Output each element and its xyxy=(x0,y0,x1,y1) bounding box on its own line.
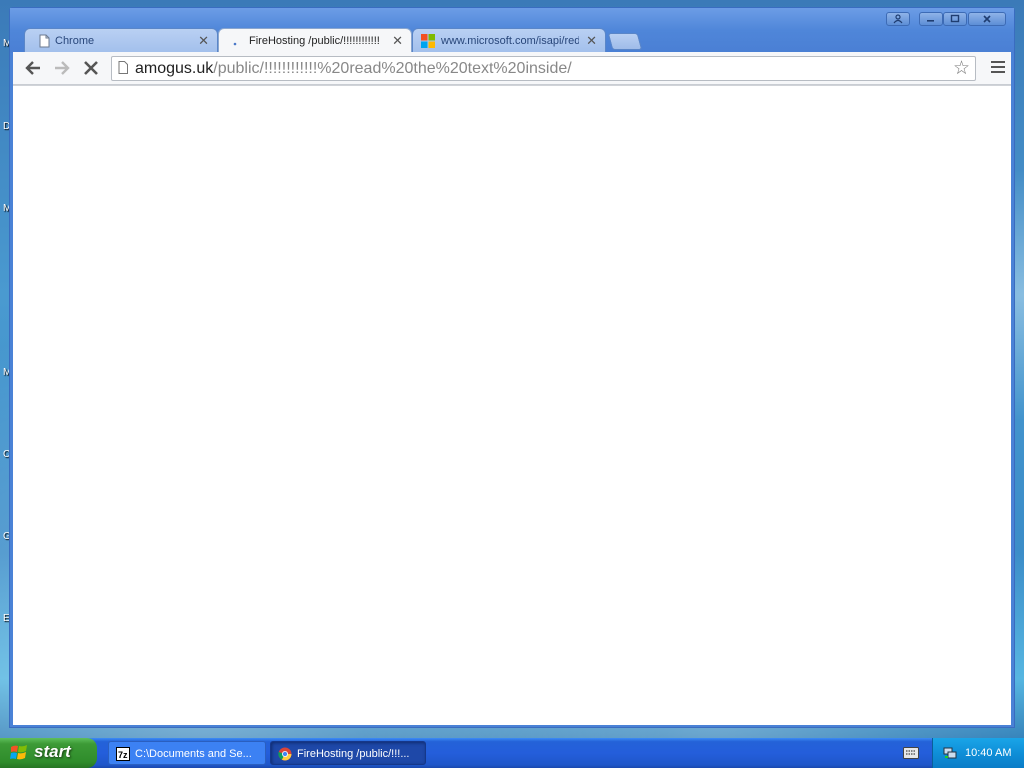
bookmark-star-icon[interactable]: ☆ xyxy=(953,58,970,80)
page-icon xyxy=(118,61,128,74)
close-button[interactable] xyxy=(968,12,1006,26)
back-arrow-icon xyxy=(25,61,40,75)
close-tab-icon[interactable]: ✕ xyxy=(586,29,597,52)
close-tab-icon[interactable]: ✕ xyxy=(198,29,209,52)
start-label: start xyxy=(34,742,71,761)
stop-icon xyxy=(84,61,98,75)
taskbar-item-label: FireHosting /public/!!!... xyxy=(297,748,410,760)
forward-button[interactable] xyxy=(51,57,73,79)
minimize-button[interactable] xyxy=(919,12,943,26)
forward-arrow-icon xyxy=(55,61,70,75)
maximize-button[interactable] xyxy=(943,12,967,26)
new-tab-button[interactable] xyxy=(607,33,643,50)
chrome-icon xyxy=(278,747,292,761)
7zip-icon: 7z xyxy=(116,747,130,761)
maximize-icon xyxy=(950,14,960,23)
close-tab-icon[interactable]: ✕ xyxy=(392,29,403,52)
network-icon[interactable] xyxy=(943,746,957,760)
tab-chrome[interactable]: Chrome ✕ xyxy=(24,28,218,52)
page-content[interactable] xyxy=(13,85,1011,725)
loading-icon xyxy=(233,42,237,46)
start-button[interactable]: start xyxy=(0,738,97,768)
taskbar-item-label: C:\Documents and Se... xyxy=(135,748,252,760)
microsoft-icon xyxy=(421,34,435,48)
keyboard-icon[interactable] xyxy=(903,747,919,759)
tab-microsoft[interactable]: www.microsoft.com/isapi/red ✕ xyxy=(412,28,606,52)
tab-label: FireHosting /public/!!!!!!!!!!!! xyxy=(249,35,380,47)
browser-window: Chrome ✕ FireHosting /public/!!!!!!!!!!!… xyxy=(9,7,1015,728)
stop-button[interactable] xyxy=(80,57,102,79)
svg-text:7z: 7z xyxy=(118,750,128,760)
title-bar[interactable]: Chrome ✕ FireHosting /public/!!!!!!!!!!!… xyxy=(10,8,1014,53)
tab-label: Chrome xyxy=(55,35,95,47)
system-tray: 10:40 AM xyxy=(932,738,1024,768)
url-host: amogus.uk xyxy=(135,60,214,77)
taskbar-item-chrome[interactable]: FireHosting /public/!!!... xyxy=(270,741,426,765)
clock[interactable]: 10:40 AM xyxy=(965,738,1011,768)
taskbar-item-explorer[interactable]: 7z C:\Documents and Se... xyxy=(108,741,266,765)
tab-firehosting[interactable]: FireHosting /public/!!!!!!!!!!!! ✕ xyxy=(218,28,412,52)
minimize-icon xyxy=(927,20,934,22)
url-path: /public/!!!!!!!!!!!!%20read%20the%20text… xyxy=(213,60,572,77)
tab-label: www.microsoft.com/isapi/red xyxy=(441,35,579,47)
page-icon xyxy=(39,34,50,48)
windows-logo-icon xyxy=(10,745,27,760)
taskbar: start 7z C:\Documents and Se... FireHost… xyxy=(0,738,1024,768)
user-icon xyxy=(893,14,903,24)
menu-icon[interactable] xyxy=(991,58,1005,78)
url-text[interactable]: amogus.uk/public/!!!!!!!!!!!!%20read%20t… xyxy=(135,57,572,80)
close-icon xyxy=(983,15,991,23)
back-button[interactable] xyxy=(22,57,44,79)
browser-toolbar: amogus.uk/public/!!!!!!!!!!!!%20read%20t… xyxy=(13,52,1011,85)
user-profile-button[interactable] xyxy=(886,12,910,26)
address-bar[interactable]: amogus.uk/public/!!!!!!!!!!!!%20read%20t… xyxy=(111,56,976,81)
